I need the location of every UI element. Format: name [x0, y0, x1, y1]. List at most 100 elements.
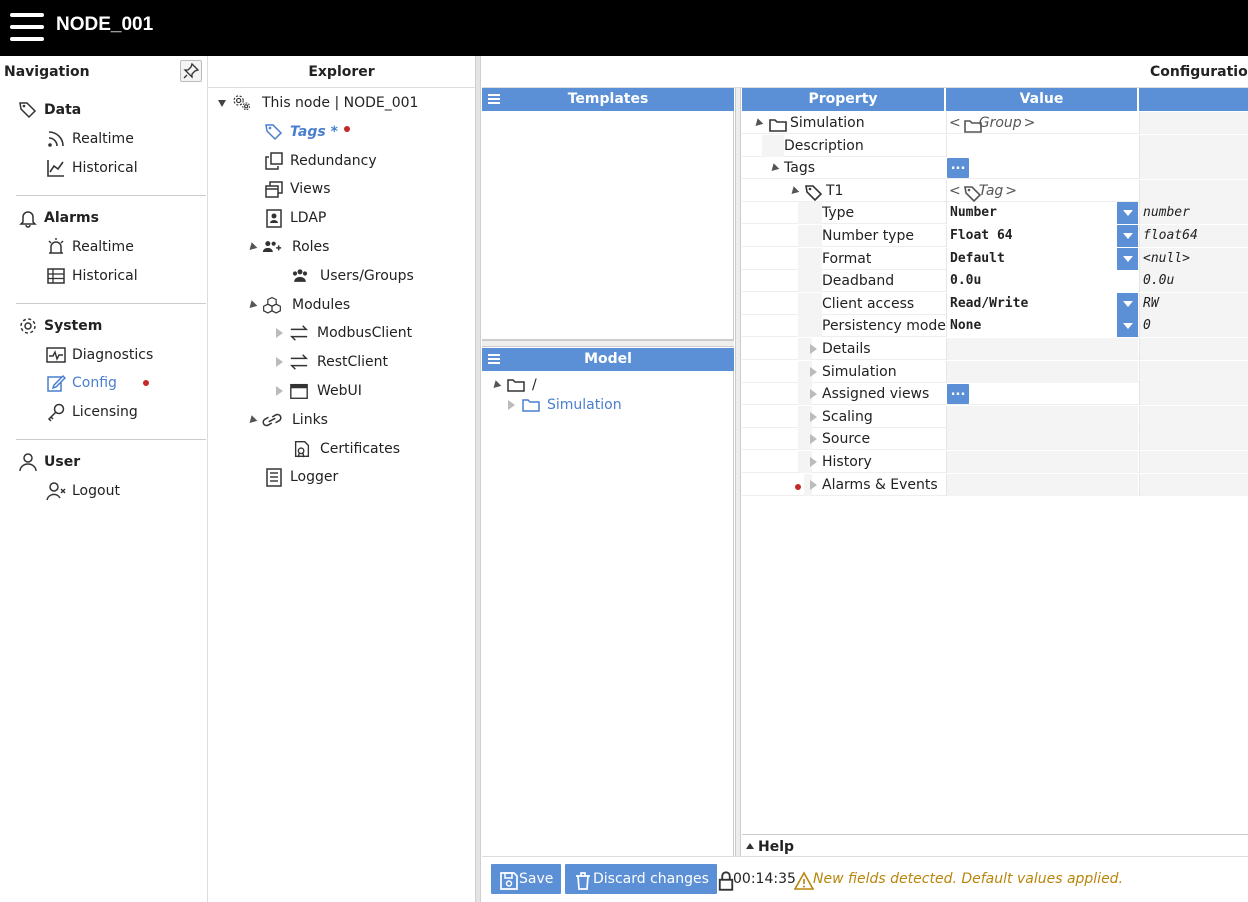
property-row-assigned-views[interactable]: Assigned views ...: [742, 383, 1248, 405]
property-row-persistency-mode[interactable]: Persistency mode None 0: [742, 315, 1248, 337]
chevron-down-icon[interactable]: [1117, 225, 1138, 247]
chevron-down-icon[interactable]: [1117, 293, 1138, 315]
tree-node-users-groups[interactable]: Users/Groups: [290, 266, 414, 286]
tree-node-views[interactable]: Views: [264, 179, 331, 199]
pin-icon[interactable]: [180, 60, 202, 82]
property-row-details[interactable]: Details: [742, 338, 1248, 360]
nav-item-alarms-historical[interactable]: Historical: [46, 266, 138, 286]
expand-toggle-icon[interactable]: [810, 344, 817, 354]
users-icon: [290, 266, 314, 286]
expand-toggle-icon[interactable]: [508, 400, 515, 410]
persistency-mode-select[interactable]: None: [946, 315, 1138, 337]
horizontal-splitter[interactable]: [482, 340, 734, 347]
tree-node-links[interactable]: Links: [246, 410, 328, 430]
cubes-icon: [262, 295, 286, 315]
property-row-history[interactable]: History: [742, 451, 1248, 473]
assigned-views-edit-button[interactable]: ...: [947, 384, 969, 404]
expand-toggle-icon[interactable]: [810, 457, 817, 467]
nav-section-user: User: [18, 452, 80, 472]
description-value[interactable]: [946, 135, 1138, 157]
chevron-down-icon[interactable]: [1117, 315, 1138, 337]
nav-item-licensing[interactable]: Licensing: [46, 402, 138, 422]
number-type-select[interactable]: Float 64: [946, 225, 1138, 247]
nav-item-data-realtime[interactable]: Realtime: [46, 129, 134, 149]
tag-icon: [804, 183, 823, 202]
property-row-t1[interactable]: T1 < Tag >: [742, 180, 1248, 202]
value-column-header[interactable]: Value: [946, 88, 1139, 111]
nav-item-data-historical[interactable]: Historical: [46, 158, 138, 178]
property-row-scaling[interactable]: Scaling: [742, 406, 1248, 428]
tree-node-roles[interactable]: Roles: [246, 237, 329, 257]
nav-item-logout[interactable]: Logout: [46, 481, 120, 501]
nav-item-diagnostics[interactable]: Diagnostics: [46, 345, 153, 365]
model-node-simulation[interactable]: Simulation: [508, 395, 622, 415]
property-row-simulation[interactable]: Simulation < Group >: [742, 112, 1248, 134]
save-button[interactable]: Save: [491, 864, 562, 894]
expand-toggle-icon[interactable]: [810, 389, 817, 399]
simulation-raw: [1139, 112, 1248, 134]
chevron-up-icon: [746, 843, 754, 849]
nav-item-config[interactable]: Config: [46, 373, 149, 393]
tree-node-modbusclient[interactable]: ModbusClient: [276, 323, 412, 343]
navigation-panel: Navigation Data Realtime Historical Alar…: [0, 56, 208, 902]
property-row-alarms-events[interactable]: Alarms & Events: [742, 474, 1248, 496]
expand-toggle-icon[interactable]: [276, 386, 283, 396]
persistency-mode-label: Persistency mode: [822, 318, 946, 334]
type-select[interactable]: Number: [946, 202, 1138, 224]
tree-node-restclient[interactable]: RestClient: [276, 352, 388, 372]
property-row-description[interactable]: Description: [742, 135, 1248, 157]
property-row-source[interactable]: Source: [742, 428, 1248, 450]
tree-node-this-node[interactable]: This node | NODE_001: [218, 93, 418, 113]
expand-toggle-icon[interactable]: [770, 162, 780, 174]
property-row-simulation-settings[interactable]: Simulation: [742, 361, 1248, 383]
property-row-client-access[interactable]: Client access Read/Write RW: [742, 293, 1248, 315]
menu-icon[interactable]: [488, 94, 500, 105]
menu-icon[interactable]: [488, 354, 500, 365]
tree-node-tags[interactable]: Tags *: [264, 122, 350, 142]
property-row-tags[interactable]: Tags ...: [742, 157, 1248, 179]
expand-toggle-icon[interactable]: [246, 241, 258, 253]
tree-node-modules[interactable]: Modules: [246, 295, 350, 315]
exchange-icon: [289, 352, 311, 372]
expand-toggle-icon[interactable]: [246, 299, 258, 311]
expand-toggle-icon[interactable]: [810, 412, 817, 422]
extra-column-header[interactable]: [1139, 88, 1248, 111]
expand-toggle-icon[interactable]: [276, 357, 283, 367]
panel-splitter[interactable]: [475, 56, 481, 902]
tags-edit-button[interactable]: ...: [947, 158, 969, 178]
tree-node-certificates[interactable]: Certificates: [292, 439, 400, 459]
expand-toggle-icon[interactable]: [490, 379, 502, 391]
property-row-deadband[interactable]: Deadband 0.0u 0.0u: [742, 270, 1248, 292]
expand-toggle-icon[interactable]: [276, 328, 283, 338]
property-row-type[interactable]: Type Number number: [742, 202, 1248, 224]
tree-node-logger[interactable]: Logger: [264, 467, 338, 487]
expand-toggle-icon[interactable]: [218, 99, 226, 107]
discard-changes-button[interactable]: Discard changes: [565, 864, 717, 894]
expand-toggle-icon[interactable]: [246, 414, 258, 426]
property-row-number-type[interactable]: Number type Float 64 float64: [742, 225, 1248, 247]
expand-toggle-icon[interactable]: [810, 434, 817, 444]
deadband-input[interactable]: 0.0u: [946, 270, 1138, 292]
expand-toggle-icon[interactable]: [810, 480, 817, 490]
trash-icon: [573, 871, 590, 890]
tree-node-webui[interactable]: WebUI: [276, 381, 362, 401]
property-row-format[interactable]: Format Default <null>: [742, 248, 1248, 270]
vertical-splitter[interactable]: [735, 88, 741, 856]
action-bar: Save Discard changes 00:14:35 New fields…: [482, 856, 1248, 902]
client-access-select[interactable]: Read/Write: [946, 293, 1138, 315]
tree-node-redundancy[interactable]: Redundancy: [264, 151, 377, 171]
help-toggle[interactable]: Help: [742, 834, 1248, 856]
expand-toggle-icon[interactable]: [810, 367, 817, 377]
expand-toggle-icon[interactable]: [754, 117, 764, 129]
link-icon: [262, 410, 286, 430]
chevron-down-icon[interactable]: [1117, 248, 1138, 270]
model-root-node[interactable]: /: [490, 375, 537, 395]
expand-toggle-icon[interactable]: [790, 185, 800, 197]
property-column-header[interactable]: Property: [742, 88, 946, 111]
bell-icon: [18, 208, 38, 228]
hamburger-menu-icon[interactable]: [10, 13, 44, 41]
format-select[interactable]: Default: [946, 248, 1138, 270]
tree-node-ldap[interactable]: LDAP: [264, 208, 326, 228]
chevron-down-icon[interactable]: [1117, 202, 1138, 224]
nav-item-alarms-realtime[interactable]: Realtime: [46, 237, 134, 257]
